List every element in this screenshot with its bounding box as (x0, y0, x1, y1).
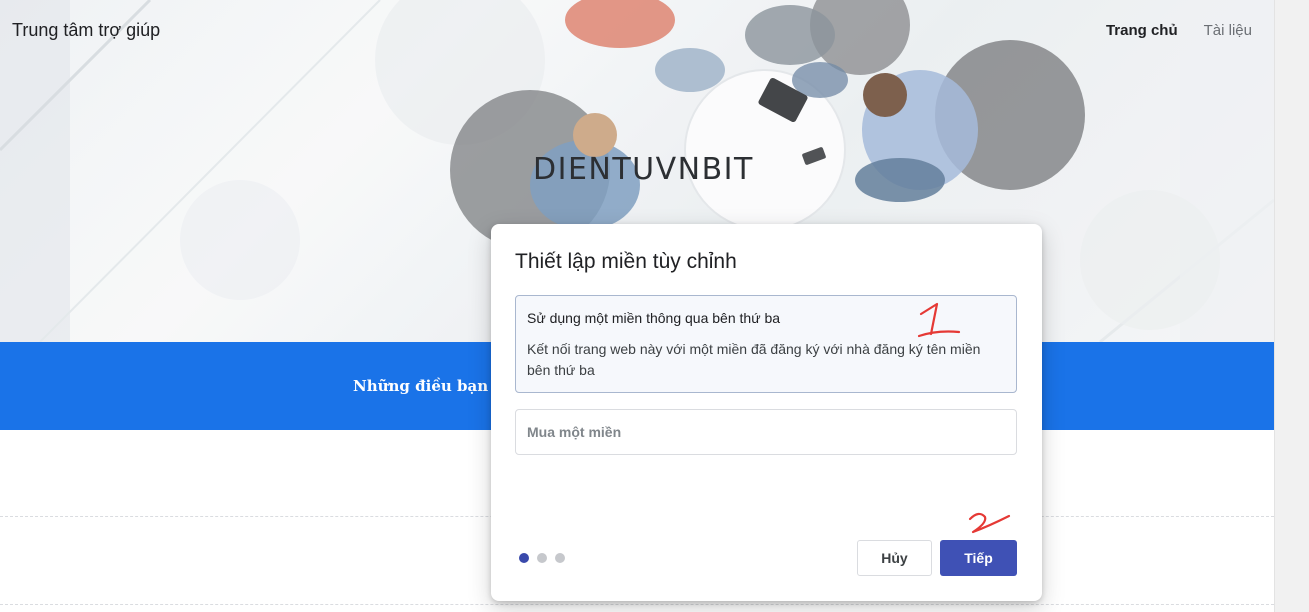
step-dot-active (519, 553, 529, 563)
step-dot (537, 553, 547, 563)
section-divider (0, 604, 1274, 605)
step-dot (555, 553, 565, 563)
site-title[interactable]: Trung tâm trợ giúp (12, 20, 160, 41)
option-buy-domain[interactable]: Mua một miền (515, 409, 1017, 455)
next-button[interactable]: Tiếp (940, 540, 1017, 576)
top-nav: Trang chủ Tài liệu (1106, 22, 1252, 39)
nav-docs-link[interactable]: Tài liệu (1204, 22, 1252, 39)
option-title: Mua một miền (527, 424, 622, 440)
option-description: Kết nối trang web này với một miền đã đă… (527, 341, 981, 378)
cancel-button[interactable]: Hủy (857, 540, 932, 576)
scrollbar-track[interactable] (1274, 0, 1309, 612)
custom-domain-dialog: Thiết lập miền tùy chỉnh Sử dụng một miề… (491, 224, 1042, 601)
band-heading: Những điều bạn cầ (353, 377, 513, 395)
step-indicator (519, 553, 565, 563)
option-third-party-domain[interactable]: Sử dụng một miền thông qua bên thứ ba Kế… (515, 295, 1017, 393)
option-title: Sử dụng một miền thông qua bên thứ ba (527, 310, 781, 326)
brand-name: DIENTUVNBIT (533, 152, 754, 187)
dialog-title: Thiết lập miền tùy chỉnh (515, 250, 737, 273)
nav-home-link[interactable]: Trang chủ (1106, 22, 1178, 39)
